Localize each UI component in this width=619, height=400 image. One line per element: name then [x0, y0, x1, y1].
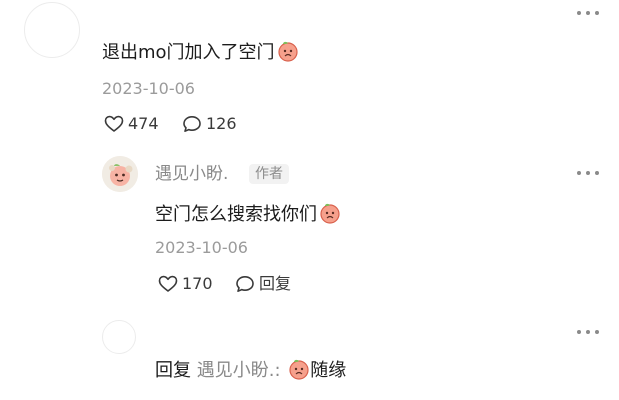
reply-target-user[interactable]: 遇见小盼.:: [197, 360, 281, 381]
comment-bubble-icon: [183, 116, 201, 132]
dot-icon: [577, 171, 581, 175]
reply-date: 2023-10-06: [155, 238, 248, 257]
author-avatar[interactable]: [102, 156, 138, 192]
dot-icon: [577, 330, 581, 334]
nested-reply-text: 回复 遇见小盼.: 随缘: [155, 358, 346, 382]
comment-text: 退出mo门加入了空门: [102, 40, 299, 64]
peach-face-emoji-icon: [277, 41, 298, 62]
reply-text: 空门怎么搜索找你们: [155, 202, 341, 226]
like-button[interactable]: 170: [158, 274, 213, 294]
reply-prefix: 回复: [155, 360, 191, 381]
dot-icon: [586, 11, 590, 15]
peach-face-emoji-icon: [289, 359, 309, 380]
more-options-button[interactable]: [577, 168, 599, 178]
comment-text-label: 退出mo门加入了空门: [102, 42, 275, 63]
reply-button-label: 回复: [259, 274, 292, 293]
reply-count: 126: [206, 114, 237, 133]
dot-icon: [595, 330, 599, 334]
author-badge: 作者: [249, 164, 289, 184]
peach-face-emoji-icon: [320, 203, 340, 224]
peach-character-avatar-icon: [102, 156, 138, 192]
replier-avatar[interactable]: [102, 320, 136, 354]
reply-button[interactable]: 回复: [235, 274, 291, 294]
heart-icon: [158, 275, 178, 292]
more-options-button[interactable]: [577, 8, 599, 18]
like-count: 474: [128, 114, 159, 133]
reply-count-button[interactable]: 126: [182, 114, 237, 134]
commenter-avatar[interactable]: [24, 2, 80, 58]
more-options-button[interactable]: [577, 327, 599, 337]
like-button[interactable]: 474: [104, 114, 159, 134]
dot-icon: [595, 171, 599, 175]
dot-icon: [586, 171, 590, 175]
dot-icon: [595, 11, 599, 15]
reply-text-label: 空门怎么搜索找你们: [155, 204, 317, 225]
dot-icon: [586, 330, 590, 334]
heart-icon: [104, 115, 124, 132]
comment-date: 2023-10-06: [102, 79, 195, 98]
author-username[interactable]: 遇见小盼.: [155, 163, 228, 185]
comment-bubble-icon: [236, 276, 254, 292]
like-count: 170: [182, 274, 213, 293]
nested-reply-body: 随缘: [310, 360, 347, 381]
dot-icon: [577, 11, 581, 15]
